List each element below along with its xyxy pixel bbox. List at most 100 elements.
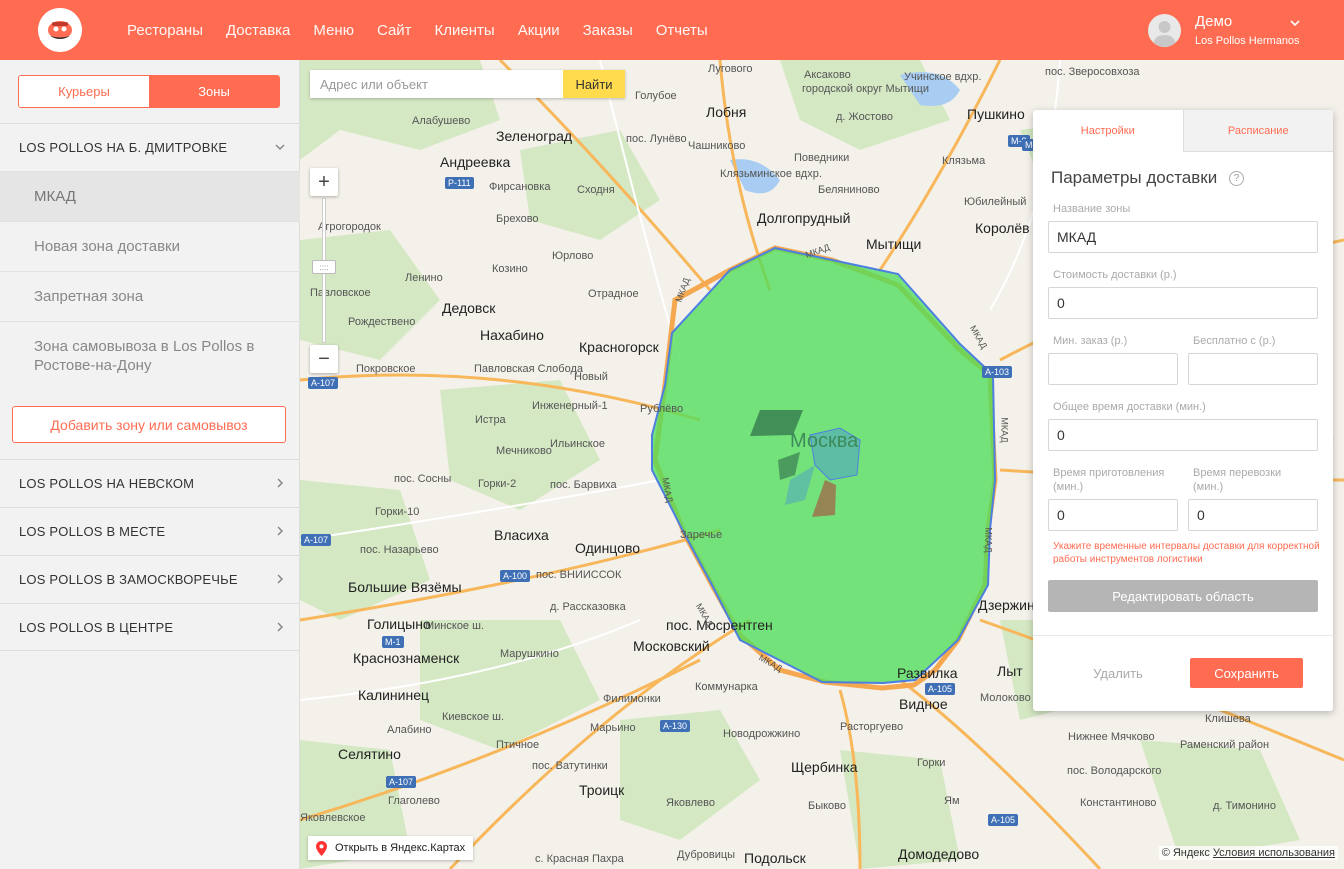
map-place-label: Константиново xyxy=(1080,797,1157,809)
panel-title: Параметры доставки xyxy=(1051,168,1218,187)
zoom-in-button[interactable]: + xyxy=(310,168,338,196)
user-menu[interactable]: Демо Los Pollos Hermanos xyxy=(1148,13,1328,49)
map-place-label: Филимонки xyxy=(603,693,661,705)
delivery-cost-input[interactable] xyxy=(1048,287,1318,319)
map-place-label: Ильинское xyxy=(550,438,605,450)
map-place-label: пос. Зверосовхоза xyxy=(1045,66,1140,78)
map-place-label: Мытищи xyxy=(866,236,922,252)
map-place-label: Павловская Слобода xyxy=(474,363,583,375)
map-place-label: Лобня xyxy=(706,104,747,120)
open-yandex-maps-link[interactable]: Открыть в Яндекс.Картах xyxy=(308,836,474,860)
total-time-input[interactable] xyxy=(1048,419,1318,451)
map-place-label: пос. Лунёво xyxy=(626,133,687,145)
map-place-label: Яковлевское xyxy=(300,812,366,824)
help-icon[interactable]: ? xyxy=(1229,171,1244,186)
zoom-handle[interactable]: :::: xyxy=(312,260,336,274)
map-place-label: пос. Мосрентген xyxy=(666,617,773,633)
road-badge: А-107 xyxy=(301,534,332,546)
map-place-label: Новодрожжино xyxy=(723,728,801,740)
restaurant-group-expanded[interactable]: LOS POLLOS НА Б. ДМИТРОВКЕ xyxy=(0,123,300,171)
chevron-down-icon[interactable] xyxy=(1290,15,1300,33)
couriers-tab[interactable]: Курьеры xyxy=(19,76,149,107)
edit-area-button[interactable]: Редактировать область xyxy=(1048,580,1318,612)
chevron-right-icon xyxy=(274,621,286,636)
zones-tab[interactable]: Зоны xyxy=(149,76,279,107)
free-from-input[interactable] xyxy=(1188,353,1318,385)
map-place-label: Поведники xyxy=(794,152,850,164)
map-copyright: © Яндекс Условия использования xyxy=(1158,846,1338,860)
chevron-right-icon xyxy=(274,573,286,588)
brand-logo[interactable] xyxy=(38,8,82,52)
tab-settings[interactable]: Настройки xyxy=(1033,110,1183,152)
add-zone-button[interactable]: Добавить зону или самовывоз xyxy=(12,406,286,443)
map-place-label: Нахабино xyxy=(480,327,544,343)
time-warning: Укажите временные интервалы доставки для… xyxy=(1053,541,1320,565)
terms-link[interactable]: Условия использования xyxy=(1213,847,1335,859)
road-badge: А-103 xyxy=(982,366,1013,378)
map-place-label: Подольск xyxy=(744,850,806,866)
nav-restaurants[interactable]: Рестораны xyxy=(127,22,203,39)
map-place-label: Глаголево xyxy=(388,795,440,807)
restaurant-group[interactable]: LOS POLLOS В ЦЕНТРЕ xyxy=(0,603,300,651)
map-place-label: Голубое xyxy=(635,90,677,102)
zone-name-label: Название зоны xyxy=(1053,203,1131,215)
nav-orders[interactable]: Заказы xyxy=(583,22,633,39)
tab-schedule[interactable]: Расписание xyxy=(1182,110,1333,152)
nav-delivery[interactable]: Доставка xyxy=(226,22,290,39)
nav-reports[interactable]: Отчеты xyxy=(656,22,708,39)
map-place-label: Краснознаменск xyxy=(353,650,460,666)
map-place-label: городской округ Мытищи xyxy=(802,83,929,95)
nav-promos[interactable]: Акции xyxy=(518,22,560,39)
user-name: Демо xyxy=(1195,13,1233,30)
top-header: Рестораны Доставка Меню Сайт Клиенты Акц… xyxy=(0,0,1344,60)
map-place-label: Брехово xyxy=(496,213,539,225)
map-place-label: Рублёво xyxy=(640,403,684,415)
zone-name-input[interactable] xyxy=(1048,221,1318,253)
min-order-input[interactable] xyxy=(1048,353,1178,385)
nav-menu[interactable]: Меню xyxy=(313,22,354,39)
map-place-label: Горки-10 xyxy=(375,506,420,518)
map-place-label: Чашниково xyxy=(688,140,746,152)
map-place-label: Королёв xyxy=(975,220,1030,236)
zone-item-mkad[interactable]: МКАД xyxy=(0,171,300,221)
map-place-label: Клишева xyxy=(1205,713,1251,725)
transport-time-input[interactable] xyxy=(1188,499,1318,531)
map-place-label: Мечниково xyxy=(496,445,552,457)
road-badge: А-100 xyxy=(500,570,531,582)
map-place-label: пос. Ватутинки xyxy=(532,760,608,772)
restaurant-group[interactable]: LOS POLLOS НА НЕВСКОМ xyxy=(0,459,300,507)
map-place-label: Расторгуево xyxy=(840,721,904,733)
map-place-label: Юбилейный xyxy=(964,196,1027,208)
zone-item-new[interactable]: Новая зона доставки xyxy=(0,221,300,271)
map-place-label: Ям xyxy=(944,795,960,807)
delivery-cost-label: Стоимость доставки (р.) xyxy=(1053,269,1177,281)
restaurant-group-label: LOS POLLOS НА Б. ДМИТРОВКЕ xyxy=(19,140,228,155)
cook-time-input[interactable] xyxy=(1048,499,1178,531)
delete-button[interactable]: Удалить xyxy=(1073,658,1163,688)
map-place-label: Калининец xyxy=(358,687,430,703)
nav-clients[interactable]: Клиенты xyxy=(435,22,495,39)
zone-item-pickup[interactable]: Зона самовывоза в Los Pollos в Ростове-н… xyxy=(0,321,300,390)
map-place-label: Козино xyxy=(492,263,528,275)
map-place-label: пос. ВНИИССОК xyxy=(536,569,622,581)
map-place-label: Горки xyxy=(917,757,946,769)
map-place-label: с. Красная Пахра xyxy=(535,853,624,865)
map-place-label: Пушкино xyxy=(967,106,1025,122)
save-button[interactable]: Сохранить xyxy=(1190,658,1303,688)
zoom-out-button[interactable]: − xyxy=(310,345,338,373)
road-badge: М-1 xyxy=(382,636,404,648)
map-place-label: Истра xyxy=(475,414,506,426)
restaurant-group[interactable]: LOS POLLOS В ЗАМОСКВОРЕЧЬЕ xyxy=(0,555,300,603)
map-place-label: Беляниново xyxy=(818,184,880,196)
map-place-label: Рождествено xyxy=(348,316,416,328)
map-place-label: Лугового xyxy=(708,63,753,75)
search-button[interactable]: Найти xyxy=(563,70,625,98)
couriers-zones-toggle: Курьеры Зоны xyxy=(18,75,280,108)
restaurant-group[interactable]: LOS POLLOS В МЕСТЕ xyxy=(0,507,300,555)
address-search-input[interactable] xyxy=(310,70,563,98)
map-place-label: Селятино xyxy=(338,746,401,762)
nav-site[interactable]: Сайт xyxy=(377,22,412,39)
chevron-down-icon xyxy=(274,141,286,156)
zone-item-forbidden[interactable]: Запретная зона xyxy=(0,271,300,321)
map-place-label: д. Жостово xyxy=(836,111,894,123)
